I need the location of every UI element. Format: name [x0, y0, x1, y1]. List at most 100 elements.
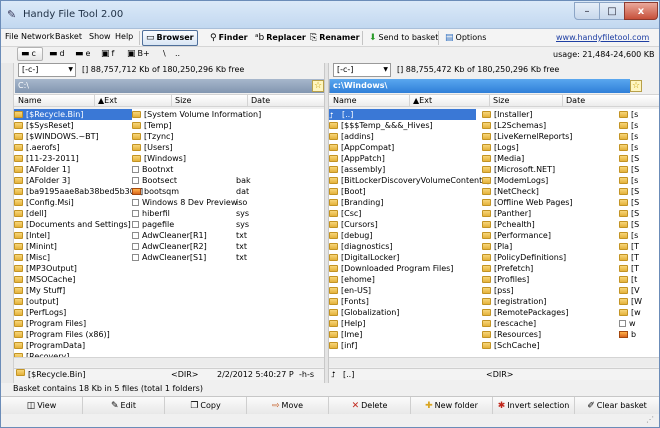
list-item[interactable]: Bootnxt [132, 164, 282, 175]
right-drive-select[interactable]: [-c-] ▼ [333, 63, 391, 77]
list-item[interactable]: [rescache] [482, 318, 617, 329]
left-col-ext[interactable]: ▲Ext [98, 96, 117, 105]
list-item[interactable]: [L2Schemas] [482, 120, 617, 131]
list-item[interactable]: AdwCleaner[R1] txt [132, 230, 282, 241]
right-file-list[interactable]: ⮥ [..] [$$$Temp_&&&_Hives] [addins] [AppComp… [329, 109, 659, 357]
drive-e-button[interactable]: ▬ e [71, 47, 94, 61]
right-favorite-star-icon[interactable]: ☆ [630, 80, 642, 92]
list-item[interactable]: [SchCache] [482, 340, 617, 351]
list-item[interactable]: [.aerofs] [14, 142, 132, 153]
drive-d-button[interactable]: ▬ d [45, 47, 69, 61]
list-item[interactable]: [Logs] [482, 142, 617, 153]
list-item[interactable]: [T [619, 241, 659, 252]
minimize-button[interactable]: – [574, 2, 600, 20]
list-item[interactable]: [System Volume Information] [132, 109, 282, 120]
list-item[interactable]: [AFolder 1] [14, 164, 132, 175]
list-item[interactable]: [assembly] [329, 164, 476, 175]
list-item[interactable]: b [619, 329, 659, 340]
clear-basket-button[interactable]: ✐ Clear basket [575, 397, 659, 414]
options-button[interactable]: ▤ Options [441, 30, 490, 46]
list-item[interactable]: [Cursors] [329, 219, 476, 230]
list-item[interactable]: [T [619, 263, 659, 274]
list-item[interactable]: hiberfil sys [132, 208, 282, 219]
list-item[interactable]: [Help] [329, 318, 476, 329]
list-item[interactable]: [Media] [482, 153, 617, 164]
list-item[interactable]: [addins] [329, 131, 476, 142]
list-item[interactable]: bootsqm dat [132, 186, 282, 197]
list-item[interactable]: [Intel] [14, 230, 132, 241]
list-item[interactable]: [s [619, 230, 659, 241]
list-item[interactable]: [T [619, 252, 659, 263]
renamer-button[interactable]: ⎘ Renamer [306, 30, 364, 46]
drive-f-button[interactable]: ▣ f [97, 47, 118, 61]
list-item[interactable]: [Csc] [329, 208, 476, 219]
list-item[interactable]: [Ime] [329, 329, 476, 340]
list-item[interactable]: [$WINDOWS.~BT] [14, 131, 132, 142]
new-folder-button[interactable]: ✚ New folder [411, 397, 493, 414]
replacer-button[interactable]: ᵃb Replacer [251, 30, 310, 46]
list-item[interactable]: [Installer] [482, 109, 617, 120]
list-item[interactable]: [PerfLogs] [14, 307, 132, 318]
list-item[interactable]: [Config.Msi] [14, 197, 132, 208]
website-link[interactable]: www.handyfiletool.com [556, 33, 649, 42]
list-item[interactable]: [t [619, 274, 659, 285]
edit-button[interactable]: ✎ Edit [83, 397, 165, 414]
list-item[interactable]: [W [619, 296, 659, 307]
move-button[interactable]: ⇨ Move [247, 397, 329, 414]
list-item[interactable]: [diagnostics] [329, 241, 476, 252]
left-col-date[interactable]: Date [251, 96, 270, 105]
list-item[interactable]: [S [619, 219, 659, 230]
list-item[interactable]: [S [619, 197, 659, 208]
list-item[interactable]: [Profiles] [482, 274, 617, 285]
list-item[interactable]: [ehome] [329, 274, 476, 285]
list-item[interactable]: [$SysReset] [14, 120, 132, 131]
left-col-size[interactable]: Size [175, 96, 191, 105]
list-item[interactable]: [Boot] [329, 186, 476, 197]
maximize-button[interactable]: □ [599, 2, 625, 20]
list-item[interactable]: [s [619, 109, 659, 120]
list-item[interactable]: [s [619, 175, 659, 186]
list-item[interactable]: [AFolder 3] [14, 175, 132, 186]
list-item[interactable]: [DigitalLocker] [329, 252, 476, 263]
list-item[interactable]: [BitLockerDiscoveryVolumeContents] [329, 175, 490, 186]
list-item[interactable]: [ProgramData] [14, 340, 132, 351]
list-item[interactable]: [ModemLogs] [482, 175, 617, 186]
basket-drive-button[interactable]: ▣ B+ [123, 47, 154, 61]
list-item[interactable]: [AppCompat] [329, 142, 476, 153]
left-path-bar[interactable]: C:\ [15, 79, 331, 93]
list-item[interactable]: [S [619, 208, 659, 219]
send-to-basket-button[interactable]: ⬇ Send to basket [365, 30, 442, 46]
left-horizontal-scrollbar[interactable] [14, 357, 324, 367]
list-item[interactable]: [Downloaded Program Files] [329, 263, 476, 274]
list-item[interactable]: [Prefetch] [482, 263, 617, 274]
delete-button[interactable]: ✕ Delete [329, 397, 411, 414]
menu-show[interactable]: Show [89, 32, 111, 41]
list-item[interactable]: [NetCheck] [482, 186, 617, 197]
list-item[interactable]: [pss] [482, 285, 617, 296]
list-item[interactable]: [PolicyDefinitions] [482, 252, 617, 263]
list-item[interactable]: [V [619, 285, 659, 296]
list-item[interactable]: [$$$Temp_&&&_Hives] [329, 120, 476, 131]
list-item[interactable]: [Temp] [132, 120, 282, 131]
right-horizontal-scrollbar[interactable] [329, 357, 659, 367]
list-item[interactable]: [s [619, 142, 659, 153]
left-col-name[interactable]: Name [18, 96, 42, 105]
list-item[interactable]: [inf] [329, 340, 476, 351]
drive-c-button[interactable]: ▬ c [17, 47, 43, 61]
list-item[interactable]: [LiveKernelReports] [482, 131, 617, 142]
list-item[interactable]: [MP3Output] [14, 263, 132, 274]
list-item[interactable]: [Minint] [14, 241, 132, 252]
resize-grip-icon[interactable]: ⋰ [646, 415, 658, 427]
list-item[interactable]: [Branding] [329, 197, 476, 208]
list-item[interactable]: [Pchealth] [482, 219, 617, 230]
list-item[interactable]: [MSOCache] [14, 274, 132, 285]
left-drive-select[interactable]: [-c-] ▼ [18, 63, 76, 77]
right-col-name[interactable]: Name [333, 96, 357, 105]
right-col-date[interactable]: Date [566, 96, 585, 105]
pane-splitter[interactable] [324, 63, 329, 383]
browser-button[interactable]: ▭ Browser [142, 30, 198, 46]
list-item[interactable]: [Pla] [482, 241, 617, 252]
list-item[interactable]: [11-23-2011] [14, 153, 132, 164]
menu-file[interactable]: File [5, 32, 18, 41]
list-item[interactable]: AdwCleaner[R2] txt [132, 241, 282, 252]
